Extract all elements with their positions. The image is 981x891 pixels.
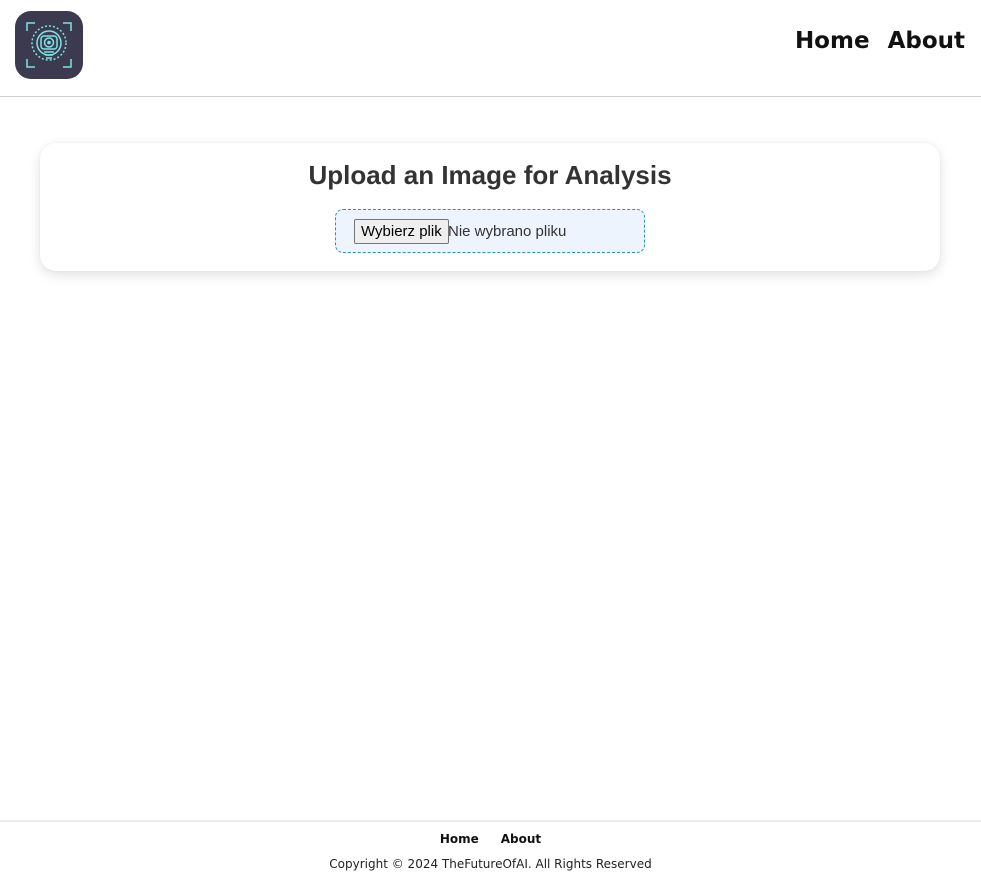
nav-home-link[interactable]: Home [795, 28, 870, 54]
page: Home About Upload an Image for Analysis … [0, 0, 981, 891]
footer-about-link[interactable]: About [501, 832, 541, 846]
copyright-text: Copyright © 2024 TheFutureOfAI. All Righ… [329, 857, 652, 871]
logo[interactable] [15, 11, 83, 79]
file-input-dropzone[interactable]: Wybierz plik Nie wybrano pliku [335, 209, 645, 253]
footer-home-link[interactable]: Home [440, 832, 479, 846]
file-status-text: Nie wybrano pliku [448, 223, 567, 240]
main-nav: Home About [795, 28, 965, 54]
site-header: Home About [0, 0, 981, 97]
upload-title: Upload an Image for Analysis [308, 160, 672, 190]
footer-nav: Home About [0, 832, 981, 846]
site-footer: Home About Copyright © 2024 TheFutureOfA… [0, 820, 981, 891]
choose-file-button[interactable]: Wybierz plik [354, 219, 449, 244]
upload-card: Upload an Image for Analysis Wybierz pli… [40, 143, 940, 271]
camera-lens-robot-icon [26, 22, 72, 68]
nav-about-link[interactable]: About [888, 28, 965, 54]
